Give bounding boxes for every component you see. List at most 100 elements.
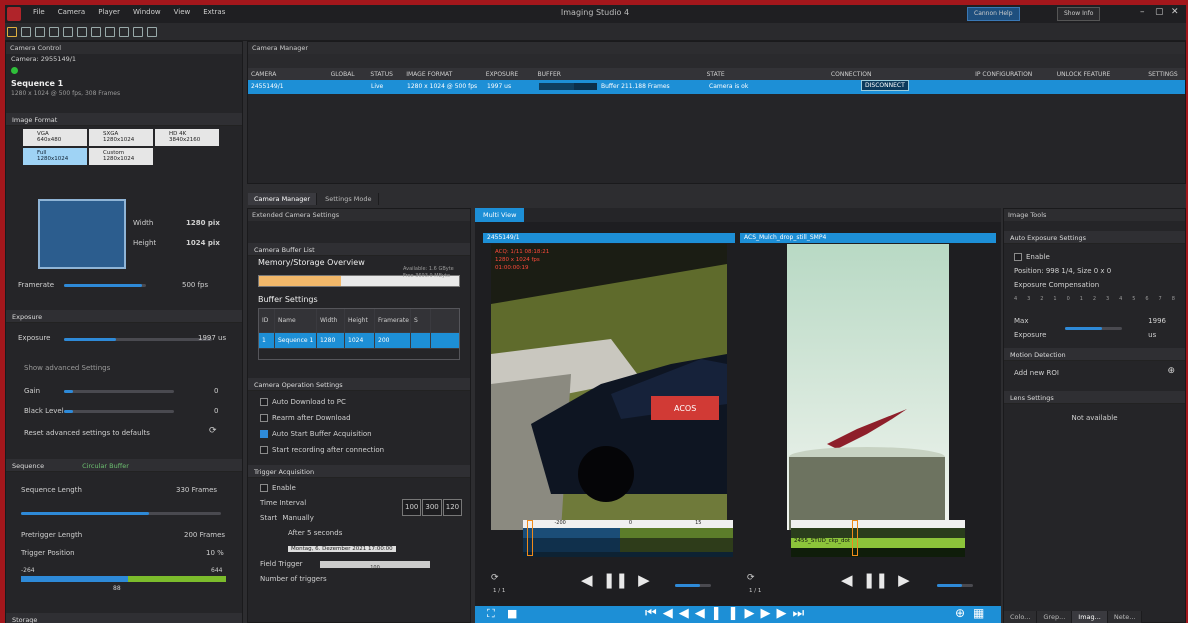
camera-row[interactable]: 2455149/1 Live 1280 x 1024 @ 500 fps 199… bbox=[248, 80, 1185, 94]
seq-length-slider[interactable] bbox=[21, 512, 221, 515]
tab-settings-mode[interactable]: Settings Mode bbox=[319, 193, 379, 205]
multi-view-tab[interactable]: Multi View bbox=[475, 208, 525, 222]
app-title: Imaging Studio 4 bbox=[560, 8, 630, 17]
settings-icon[interactable] bbox=[147, 27, 157, 37]
open-folder-icon[interactable] bbox=[7, 27, 17, 37]
start-after[interactable]: After 5 seconds bbox=[260, 526, 458, 541]
right-pause-icon[interactable]: ❚❚ bbox=[863, 571, 888, 589]
fullscreen-icon[interactable]: ⛶ bbox=[487, 607, 495, 621]
lens-settings-section[interactable]: Lens Settings bbox=[1004, 391, 1185, 404]
interval-1[interactable]: 100 bbox=[402, 499, 422, 516]
op-rearm-checkbox[interactable] bbox=[260, 414, 268, 422]
left-timeline[interactable]: -200 0 15 bbox=[523, 520, 733, 557]
tab-image[interactable]: Imag... bbox=[1072, 611, 1108, 623]
left-pause-icon[interactable]: ❚❚ bbox=[603, 571, 628, 589]
stop-icon[interactable]: ■ bbox=[507, 607, 517, 620]
right-volume-slider[interactable] bbox=[937, 584, 973, 587]
auto-exposure-checkbox[interactable] bbox=[1014, 253, 1022, 261]
grid-icon[interactable] bbox=[119, 27, 129, 37]
redo-icon[interactable] bbox=[63, 27, 73, 37]
sequence-section[interactable]: Sequence Circular Buffer bbox=[6, 459, 242, 472]
field-trigger-value[interactable]: 100 bbox=[320, 561, 430, 571]
gain-slider[interactable] bbox=[64, 390, 174, 393]
menu-player[interactable]: Player bbox=[98, 8, 120, 16]
refresh-icon[interactable] bbox=[105, 27, 115, 37]
trigger-section[interactable]: Trigger Acquisition bbox=[248, 465, 470, 478]
op-start-recording-checkbox[interactable] bbox=[260, 446, 268, 454]
menu-window[interactable]: Window bbox=[133, 8, 161, 16]
op-rearm[interactable]: Rearm after Download bbox=[260, 410, 458, 426]
left-play-icon[interactable]: ▶ bbox=[638, 571, 650, 589]
right-loop-icon[interactable]: ⟳ bbox=[747, 573, 755, 583]
start-manually[interactable]: Manually bbox=[282, 514, 314, 522]
storage-section[interactable]: Storage bbox=[6, 613, 242, 623]
info-button[interactable]: Show Info bbox=[1057, 7, 1101, 21]
op-auto-download-checkbox[interactable] bbox=[260, 398, 268, 406]
trigger-range-bar[interactable] bbox=[21, 576, 226, 582]
buffer-table-row[interactable]: 1 Sequence 1 1280 1024 200 bbox=[259, 333, 459, 349]
col-settings: SETTINGS bbox=[1148, 71, 1178, 78]
left-prev-icon[interactable]: ◀ bbox=[581, 571, 593, 589]
trigger-enable-checkbox[interactable] bbox=[260, 484, 268, 492]
interval-2[interactable]: 300 bbox=[422, 499, 442, 516]
close-icon[interactable]: ✕ bbox=[1171, 7, 1179, 17]
right-play-icon[interactable]: ▶ bbox=[898, 571, 910, 589]
left-loop-icon[interactable]: ⟳ bbox=[491, 573, 499, 583]
exposure-section[interactable]: Exposure bbox=[6, 310, 242, 323]
operation-section[interactable]: Camera Operation Settings bbox=[248, 378, 470, 391]
left-video-frame[interactable]: ACOS ACQ: 1/11 08:18:21 1280 x 1024 fps 01… bbox=[491, 244, 727, 530]
op-auto-start[interactable]: Auto Start Buffer Acquisition bbox=[260, 426, 458, 442]
op-start-recording[interactable]: Start recording after connection bbox=[260, 442, 458, 458]
minimize-icon[interactable]: – bbox=[1140, 7, 1145, 17]
format-custom[interactable]: Custom 1280x1024 bbox=[89, 148, 153, 165]
max-exposure-slider[interactable] bbox=[1064, 326, 1123, 330]
framerate-slider[interactable] bbox=[64, 284, 146, 287]
date-picker[interactable]: Montag, 6. Dezember 2021 17:00:00 bbox=[288, 546, 396, 552]
right-marker[interactable] bbox=[852, 520, 858, 556]
tab-graph[interactable]: Grep... bbox=[1037, 611, 1073, 623]
exposure-slider[interactable] bbox=[64, 338, 212, 341]
reset-icon[interactable]: ⟳ bbox=[209, 426, 217, 436]
add-roi-icon[interactable]: ⊕ bbox=[1167, 366, 1175, 376]
auto-exposure-enable[interactable]: Enable bbox=[1014, 250, 1175, 264]
help-button[interactable]: Cannon Help bbox=[967, 7, 1020, 21]
cut-icon[interactable] bbox=[77, 27, 87, 37]
auto-exposure-section[interactable]: Auto Exposure Settings bbox=[1004, 231, 1185, 244]
format-sxga[interactable]: SXGA 1280x1024 bbox=[89, 129, 153, 146]
motion-detection-section[interactable]: Motion Detection bbox=[1004, 348, 1185, 361]
black-level-slider[interactable] bbox=[64, 410, 174, 413]
export-icon[interactable] bbox=[35, 27, 45, 37]
left-marker[interactable] bbox=[527, 520, 533, 556]
left-volume-slider[interactable] bbox=[675, 584, 711, 587]
menu-file[interactable]: File bbox=[33, 8, 45, 16]
right-timeline[interactable]: 2455_STUD_ckp_dot bbox=[791, 520, 965, 557]
grid-layout-icon[interactable]: ▦ bbox=[973, 606, 984, 620]
advanced-settings-toggle[interactable]: Show advanced Settings bbox=[24, 364, 110, 372]
menu-camera[interactable]: Camera bbox=[58, 8, 85, 16]
maximize-icon[interactable]: ▢ bbox=[1155, 7, 1164, 17]
format-vga[interactable]: VGA 640x480 bbox=[23, 129, 87, 146]
op-auto-download[interactable]: Auto Download to PC bbox=[260, 394, 458, 410]
tab-network[interactable]: Nete... bbox=[1107, 611, 1143, 623]
buffer-list-section[interactable]: Camera Buffer List bbox=[248, 243, 470, 256]
right-prev-icon[interactable]: ◀ bbox=[841, 571, 853, 589]
undo-icon[interactable] bbox=[49, 27, 59, 37]
capture-icon[interactable] bbox=[91, 27, 101, 37]
menu-extras[interactable]: Extras bbox=[203, 8, 225, 16]
disconnect-button[interactable]: DISCONNECT bbox=[861, 80, 909, 91]
global-playback-controls[interactable]: ⏮◀◀◀❚❚▶▶▶⏭ bbox=[645, 606, 810, 621]
buffer-mode-dropdown[interactable]: Circular Buffer bbox=[82, 462, 129, 470]
op-auto-start-checkbox[interactable] bbox=[260, 430, 268, 438]
image-format-section[interactable]: Image Format bbox=[6, 113, 242, 126]
format-hd4k[interactable]: HD 4K 3840x2160 bbox=[155, 129, 219, 146]
layout-icon[interactable] bbox=[133, 27, 143, 37]
format-full[interactable]: Full 1280x1024 bbox=[23, 148, 87, 165]
tab-camera-manager[interactable]: Camera Manager bbox=[248, 193, 318, 205]
interval-3[interactable]: 120 bbox=[442, 499, 463, 516]
trigger-enable[interactable]: Enable bbox=[260, 481, 458, 496]
add-view-icon[interactable]: ⊕ bbox=[955, 606, 965, 620]
menu-view[interactable]: View bbox=[174, 8, 191, 16]
tab-color[interactable]: Colo... bbox=[1004, 611, 1038, 623]
right-video-frame[interactable] bbox=[787, 244, 949, 530]
save-icon[interactable] bbox=[21, 27, 31, 37]
